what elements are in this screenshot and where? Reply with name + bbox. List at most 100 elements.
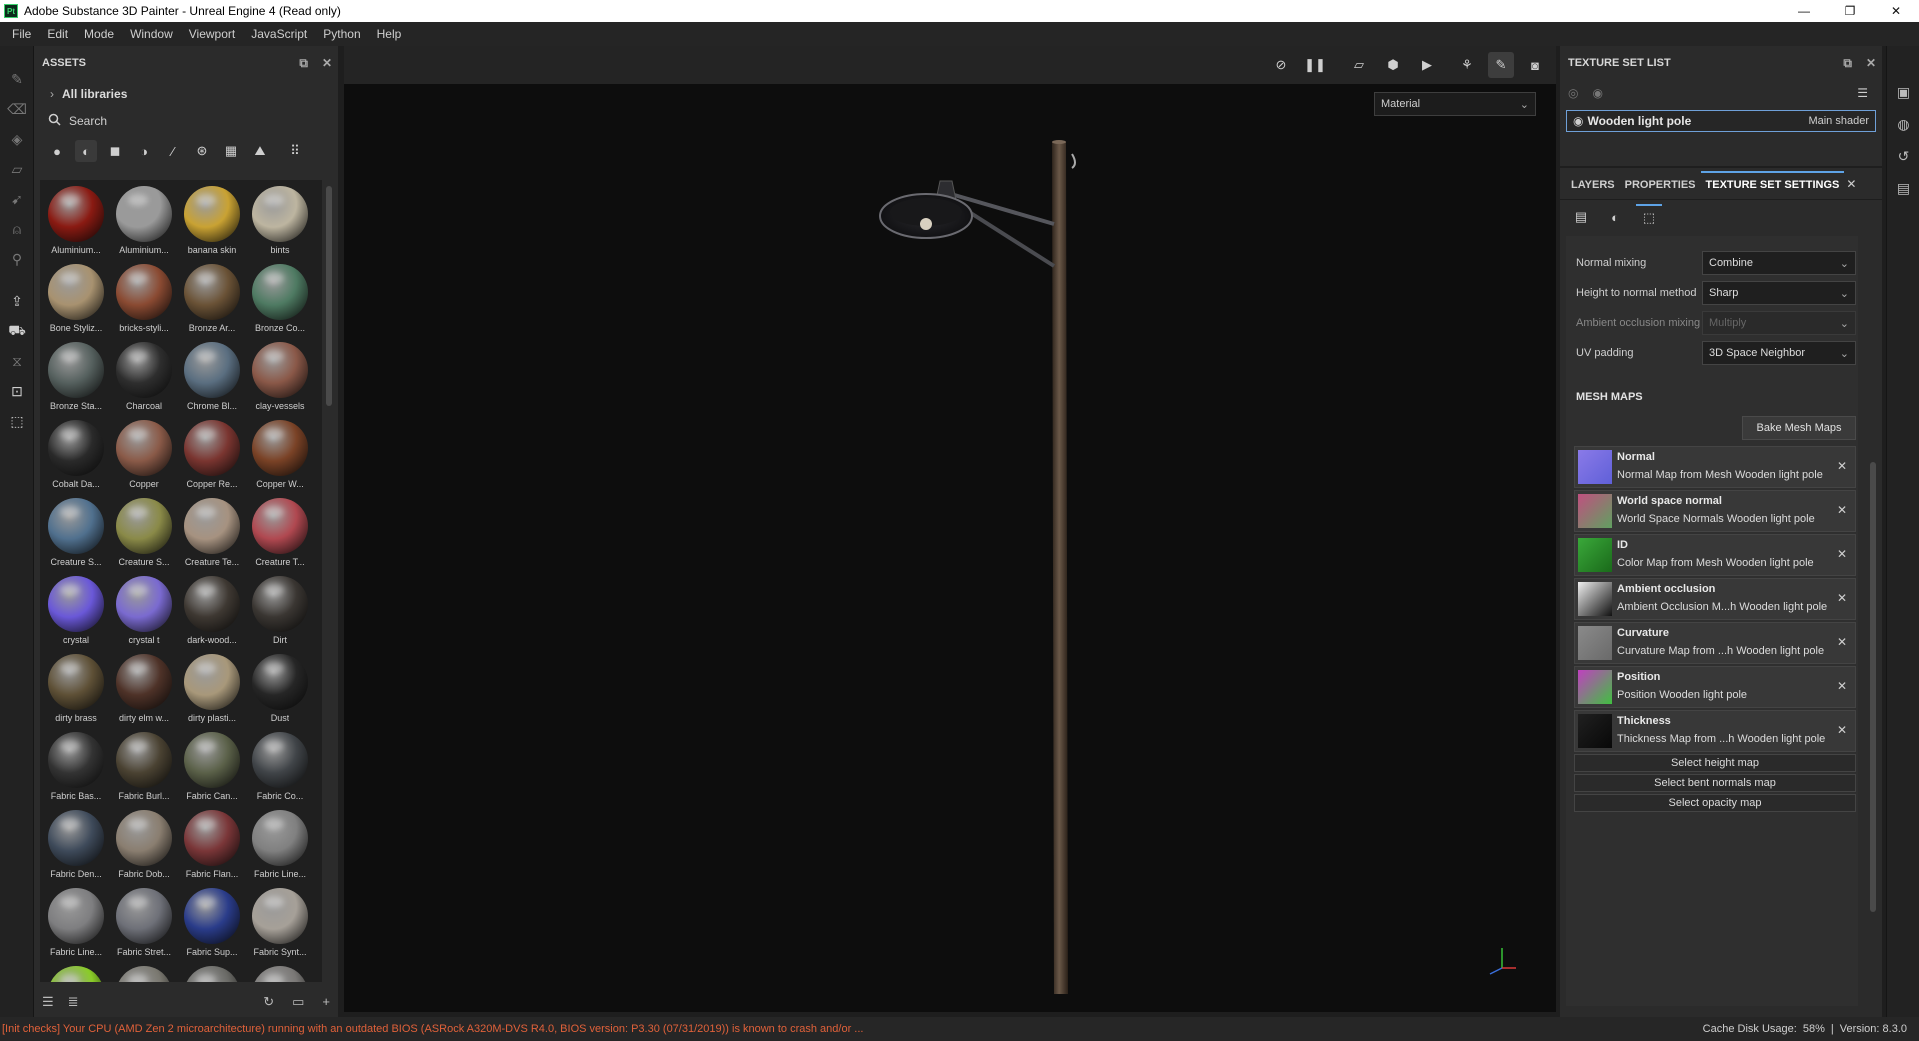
settings-scrollbar[interactable] [1870, 462, 1876, 912]
bake-mesh-maps-button[interactable]: Bake Mesh Maps [1742, 416, 1856, 440]
close-window-button[interactable]: ✕ [1873, 0, 1919, 22]
environment-filter-icon[interactable]: ⛰ [249, 140, 271, 162]
menu-file[interactable]: File [4, 27, 39, 41]
refresh-icon[interactable]: ↻ [263, 994, 274, 1010]
asset-item[interactable] [110, 966, 178, 982]
grid-view-icon[interactable]: ⠿ [284, 140, 306, 162]
smart-material-filter-icon[interactable]: ◐ [75, 140, 97, 162]
uv-padding-dropdown[interactable]: 3D Space Neighbor ⌄ [1702, 341, 1856, 365]
asset-item[interactable]: Bone Styliz... [42, 264, 110, 338]
asset-item[interactable]: Bronze Sta... [42, 342, 110, 416]
clone-tool-icon[interactable]: ⍝ [0, 214, 34, 244]
asset-item[interactable]: Creature S... [110, 498, 178, 572]
asset-item[interactable]: Creature Te... [178, 498, 246, 572]
asset-item[interactable]: Copper [110, 420, 178, 494]
mesh-map-item[interactable]: World space normal World Space Normals Wo… [1574, 490, 1856, 532]
close-panel-icon[interactable]: ✕ [322, 56, 332, 70]
asset-item[interactable]: Bronze Co... [246, 264, 314, 338]
shader-settings-icon[interactable]: ⬚ [0, 406, 34, 436]
mesh-map-item[interactable]: Ambient occlusion Ambient Occlusion M...h… [1574, 578, 1856, 620]
2d-view-icon[interactable]: ▱ [1346, 52, 1372, 78]
hamburger-menu-icon[interactable]: ☰ [1857, 86, 1868, 100]
asset-item[interactable]: Aluminium... [110, 186, 178, 260]
menu-window[interactable]: Window [122, 27, 181, 41]
minimize-button[interactable]: — [1781, 0, 1827, 22]
texture-set-shader[interactable]: Main shader [1808, 115, 1869, 127]
tab-layers[interactable]: LAYERS [1566, 179, 1620, 199]
asset-item[interactable]: Fabric Flan... [178, 810, 246, 884]
3d-viewport[interactable]: Material ⌄ [344, 84, 1556, 1012]
asset-item[interactable]: Fabric Sup... [178, 888, 246, 962]
asset-item[interactable]: Fabric Burl... [110, 732, 178, 806]
asset-item[interactable]: Dirt [246, 576, 314, 650]
init-check-warning[interactable]: [Init checks] Your CPU (AMD Zen 2 microa… [0, 1023, 863, 1035]
asset-item[interactable]: Creature T... [246, 498, 314, 572]
asset-item[interactable]: bricks-styli... [110, 264, 178, 338]
asset-item[interactable]: dirty plasti... [178, 654, 246, 728]
remove-map-icon[interactable]: ✕ [1837, 459, 1847, 473]
texture-set-icon[interactable]: ▤ [1568, 204, 1594, 230]
uv-icon[interactable]: ⬚ [1636, 204, 1662, 230]
sort-list-icon[interactable]: ☰ [42, 994, 54, 1010]
asset-item[interactable]: Fabric Den... [42, 810, 110, 884]
bake-icon[interactable]: ⛟ [0, 316, 34, 346]
export-icon[interactable]: ⇪ [0, 286, 34, 316]
texture-filter-icon[interactable]: ▦ [220, 140, 242, 162]
hide-ui-icon[interactable]: ⊘ [1268, 52, 1294, 78]
asset-item[interactable]: Charcoal [110, 342, 178, 416]
normal-mixing-dropdown[interactable]: Combine ⌄ [1702, 251, 1856, 275]
projection-tool-icon[interactable]: ◈ [0, 124, 34, 154]
asset-item[interactable]: crystal [42, 576, 110, 650]
remove-map-icon[interactable]: ✕ [1837, 591, 1847, 605]
asset-item[interactable]: dirty brass [42, 654, 110, 728]
asset-item[interactable]: Fabric Dob... [110, 810, 178, 884]
asset-item[interactable]: clay-vessels [246, 342, 314, 416]
menu-mode[interactable]: Mode [76, 27, 122, 41]
asset-item[interactable]: Fabric Co... [246, 732, 314, 806]
eye-icon[interactable]: ◉ [1592, 86, 1602, 100]
asset-item[interactable]: Bronze Ar... [178, 264, 246, 338]
paint-mode-icon[interactable]: ✎ [1488, 52, 1514, 78]
history-icon[interactable]: ↺ [1887, 140, 1919, 172]
display-settings-icon[interactable]: ◍ [1887, 108, 1919, 140]
close-panel-icon[interactable]: ✕ [1866, 56, 1876, 70]
paint-brush-tool-icon[interactable]: ✎ [0, 64, 34, 94]
picker-tool-icon[interactable]: ⚲ [0, 244, 34, 274]
asset-item[interactable]: Fabric Bas... [42, 732, 110, 806]
screenshot-icon[interactable]: ◙ [1522, 52, 1548, 78]
menu-edit[interactable]: Edit [39, 27, 76, 41]
assets-scrollbar[interactable] [326, 186, 332, 406]
remove-map-icon[interactable]: ✕ [1837, 547, 1847, 561]
3d-view-icon[interactable]: ⬢ [1380, 52, 1406, 78]
search-input[interactable] [69, 114, 289, 128]
mesh-map-item[interactable]: Curvature Curvature Map from ...h Wooden … [1574, 622, 1856, 664]
remove-map-icon[interactable]: ✕ [1837, 503, 1847, 517]
menu-help[interactable]: Help [369, 27, 410, 41]
asset-item[interactable] [42, 966, 110, 982]
asset-item[interactable]: dark-wood... [178, 576, 246, 650]
smudge-tool-icon[interactable]: ➹ [0, 184, 34, 214]
material-filter-icon[interactable]: ● [46, 140, 68, 162]
asset-item[interactable] [178, 966, 246, 982]
log-icon[interactable]: ▤ [1887, 172, 1919, 204]
asset-item[interactable]: Copper W... [246, 420, 314, 494]
float-panel-icon[interactable]: ⧉ [299, 56, 308, 71]
asset-item[interactable]: Copper Re... [178, 420, 246, 494]
library-selector[interactable]: › All libraries [34, 80, 338, 108]
camera-icon[interactable]: ▶ [1414, 52, 1440, 78]
remove-map-icon[interactable]: ✕ [1837, 635, 1847, 649]
geometry-mask-icon[interactable]: ⧖ [0, 346, 34, 376]
asset-item[interactable]: Creature S... [42, 498, 110, 572]
eraser-tool-icon[interactable]: ⌫ [0, 94, 34, 124]
texture-set-list-icon[interactable]: ▣ [1887, 76, 1919, 108]
viewport-mode-dropdown[interactable]: Material ⌄ [1374, 92, 1536, 116]
asset-item[interactable]: Aluminium... [42, 186, 110, 260]
asset-item[interactable]: bints [246, 186, 314, 260]
asset-item[interactable]: Fabric Can... [178, 732, 246, 806]
tab-texture-set-settings[interactable]: TEXTURE SET SETTINGS [1700, 171, 1845, 199]
maximize-button[interactable]: ❐ [1827, 0, 1873, 22]
smart-mask-filter-icon[interactable]: ◼ [104, 140, 126, 162]
menu-javascript[interactable]: JavaScript [243, 27, 315, 41]
polygon-fill-tool-icon[interactable]: ▱ [0, 154, 34, 184]
remove-map-icon[interactable]: ✕ [1837, 679, 1847, 693]
